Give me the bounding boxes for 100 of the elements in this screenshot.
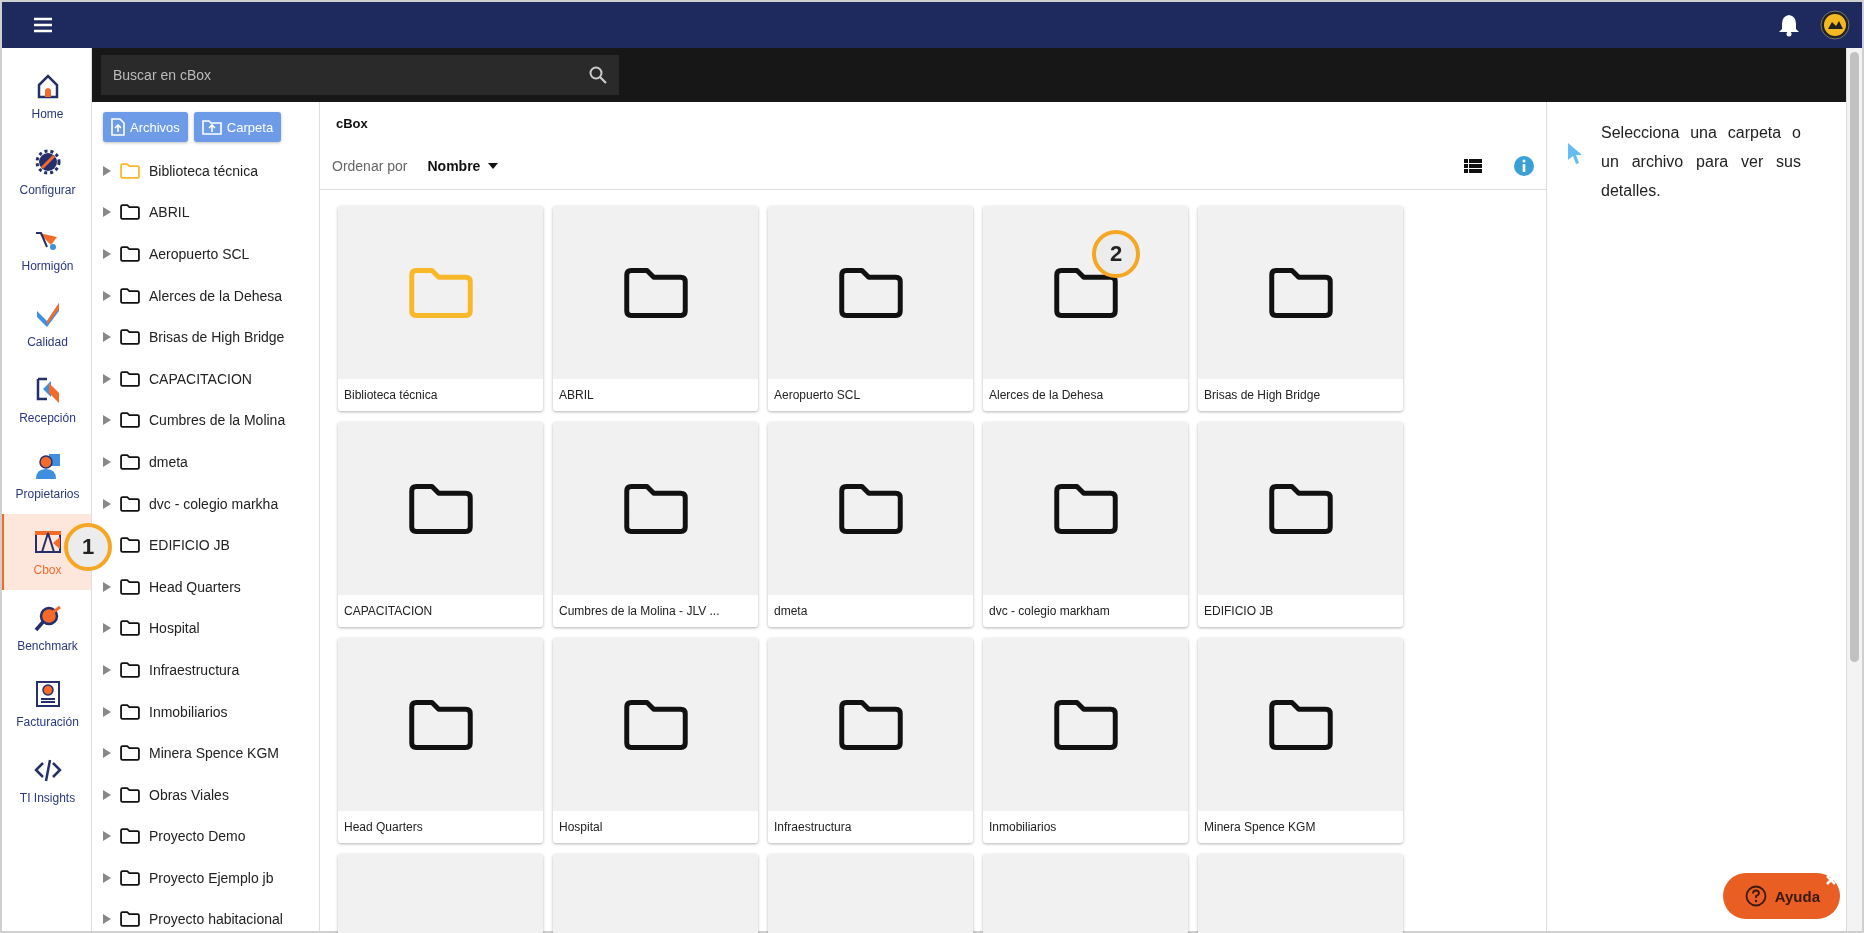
folder-card[interactable]: Aeropuerto SCL (768, 206, 973, 411)
tree-item[interactable]: Infraestructura (149, 661, 240, 678)
folder-icon (119, 245, 141, 263)
folder-icon (119, 785, 141, 804)
nav-item[interactable]: TI Insights (2, 742, 91, 818)
search-field[interactable]: Buscar en cBox (101, 55, 619, 95)
folder-card[interactable]: EDIFICIO JB (1198, 422, 1403, 627)
folder-icon (119, 452, 141, 471)
folder-card[interactable]: Infraestructura (768, 638, 973, 843)
tree-item[interactable]: Aeropuerto SCL (149, 246, 250, 262)
folder-icon (119, 411, 141, 430)
expand-arrow-icon[interactable] (103, 456, 111, 467)
folder-icon (119, 328, 141, 347)
folder-icon (119, 369, 141, 388)
sort-dropdown[interactable]: Nombre (421, 156, 505, 175)
info-icon[interactable] (1514, 155, 1534, 176)
folder-card[interactable]: Brisas de High Bridge (1198, 206, 1403, 411)
notification-bell-icon[interactable] (1778, 13, 1800, 37)
tree-item[interactable]: Cumbres de la Molina (149, 412, 286, 429)
expand-arrow-icon[interactable] (103, 415, 111, 426)
step-marker-tooltip: 1 (64, 523, 112, 571)
tree-item[interactable]: Head Quarters (149, 578, 241, 595)
folder-card[interactable]: CAPACITACION (338, 422, 543, 627)
folder-icon (119, 494, 141, 513)
nav-item[interactable]: Propietarios (2, 438, 91, 514)
folder-icon (119, 660, 141, 679)
tree-item[interactable]: EDIFICIO JB (149, 537, 230, 554)
folder-card[interactable]: ABRIL (553, 206, 758, 411)
expand-arrow-icon[interactable] (103, 332, 111, 343)
nav-item[interactable]: Hormigón (2, 210, 91, 286)
folder-card[interactable]: Minera Spence KGM (1198, 638, 1403, 843)
scrollbar[interactable] (1846, 48, 1862, 931)
folder-icon (119, 702, 141, 721)
tree-item[interactable]: Biblioteca técnica (149, 162, 258, 179)
tree-item[interactable]: Hospital (149, 620, 200, 637)
folder-card[interactable]: dvc - colegio markham (983, 422, 1188, 627)
sort-label: Ordenar por (332, 157, 408, 174)
expand-arrow-icon[interactable] (103, 914, 111, 925)
folder-icon (119, 536, 141, 555)
expand-arrow-icon[interactable] (103, 498, 111, 509)
tree-item[interactable]: ABRIL (149, 204, 190, 221)
tree-item[interactable]: dmeta (149, 453, 188, 470)
nav-item[interactable]: Benchmark (2, 590, 91, 666)
help-icon (1744, 885, 1767, 907)
nav-item[interactable]: Calidad (2, 286, 91, 362)
folder-icon (119, 577, 141, 596)
expand-arrow-icon[interactable] (103, 748, 111, 759)
tree-item[interactable]: Inmobiliarios (149, 703, 228, 720)
help-button[interactable]: Ayuda (1722, 873, 1840, 919)
nav-item[interactable]: Recepción (2, 362, 91, 438)
folder-icon (119, 161, 141, 180)
tree-item[interactable]: Obras Viales (149, 786, 229, 803)
tree-item[interactable]: Brisas de High Bridge (149, 329, 285, 346)
tree-item[interactable]: dvc - colegio markha (149, 495, 279, 512)
expand-arrow-icon[interactable] (103, 831, 111, 842)
expand-arrow-icon[interactable] (103, 789, 111, 800)
folder-icon (119, 744, 141, 763)
pointer-icon (1567, 142, 1583, 164)
avatar[interactable] (1820, 10, 1850, 40)
expand-arrow-icon[interactable] (103, 664, 111, 675)
caret-icon (488, 162, 499, 169)
expand-arrow-icon[interactable] (103, 373, 111, 384)
menu-button[interactable] (34, 17, 52, 33)
folder-icon (119, 910, 141, 929)
folder-icon (119, 868, 141, 887)
nav-item[interactable]: Home (2, 58, 91, 134)
tree-item[interactable]: Proyecto habitacional (149, 911, 283, 928)
expand-arrow-icon[interactable] (103, 165, 111, 176)
tree-item[interactable]: Minera Spence KGM (149, 745, 279, 762)
folder-card[interactable]: Inmobiliarios (983, 638, 1188, 843)
folder-icon (119, 203, 141, 222)
expand-arrow-icon[interactable] (103, 581, 111, 592)
expand-arrow-icon[interactable] (103, 249, 111, 259)
list-view-icon[interactable] (1464, 158, 1482, 173)
expand-arrow-icon[interactable] (103, 623, 111, 634)
folder-card[interactable]: Biblioteca técnica (338, 206, 543, 411)
tree-item[interactable]: Proyecto Demo (149, 828, 246, 845)
expand-arrow-icon[interactable] (103, 207, 111, 218)
folder-card[interactable]: dmeta (768, 422, 973, 627)
magnifier-icon (32, 603, 63, 633)
folder-upload-icon (201, 119, 222, 135)
details-message: Selecciona una carpeta o un archivo para ver sus detalles. (1601, 123, 1801, 201)
file-upload-icon (111, 118, 125, 136)
tree-item[interactable]: Alerces de la Dehesa (149, 287, 283, 304)
close-icon[interactable] (1826, 875, 1836, 885)
expand-arrow-icon[interactable] (103, 872, 111, 883)
expand-arrow-icon[interactable] (103, 290, 111, 301)
folder-icon (119, 619, 141, 638)
folder-icon (119, 827, 141, 846)
tree-item[interactable]: Proyecto Ejemplo jb (149, 869, 274, 886)
folder-icon (119, 286, 141, 305)
nav-item[interactable]: Configurar (2, 134, 91, 210)
search-icon[interactable] (589, 66, 607, 84)
folder-card[interactable]: Cumbres de la Molina - JLV ... (553, 422, 758, 627)
folder-card[interactable]: Head Quarters (338, 638, 543, 843)
folder-card[interactable]: Hospital (553, 638, 758, 843)
expand-arrow-icon[interactable] (103, 706, 111, 717)
tree-item[interactable]: CAPACITACION (149, 370, 252, 387)
breadcrumb: cBox (335, 115, 369, 133)
nav-item[interactable]: Facturación (2, 666, 91, 742)
